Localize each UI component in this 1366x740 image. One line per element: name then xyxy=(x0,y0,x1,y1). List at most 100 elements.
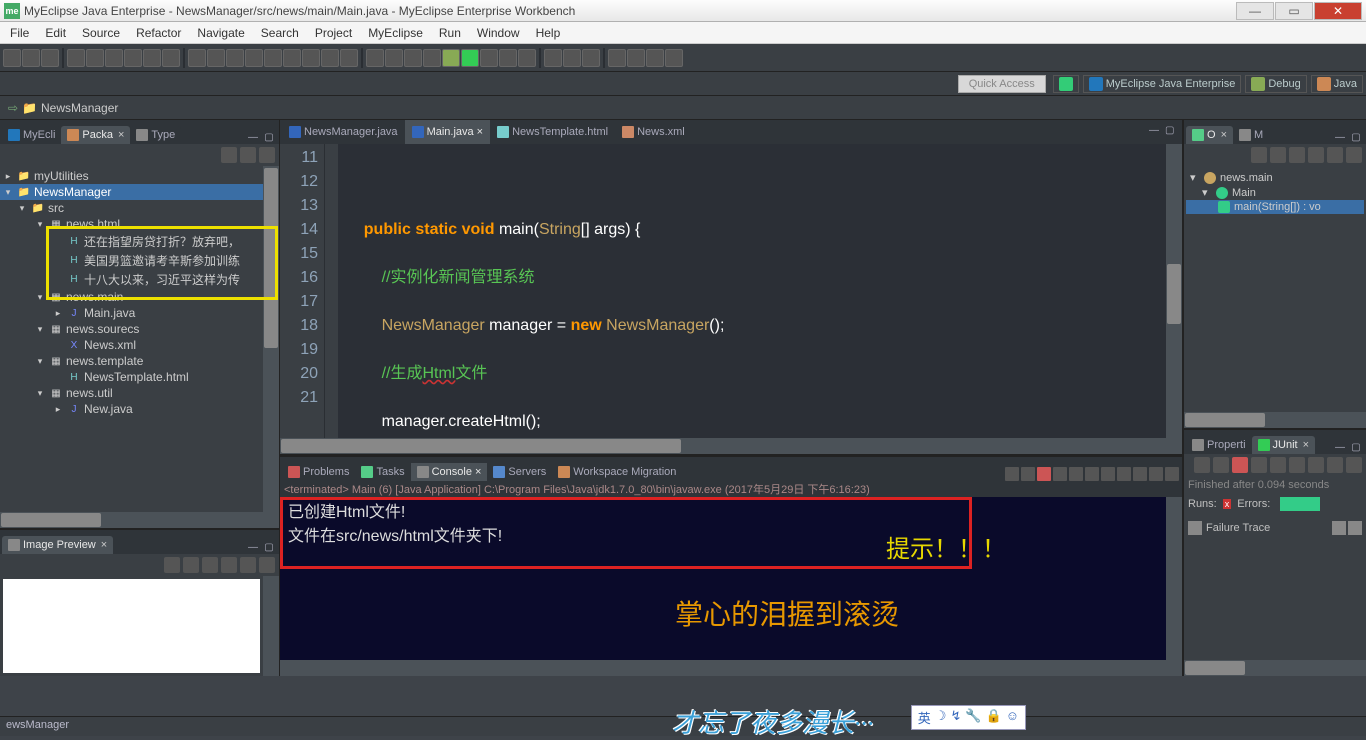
junit-tool-icon[interactable] xyxy=(1251,457,1267,473)
tree-package[interactable]: ▾▦news.html xyxy=(0,216,279,232)
tree-java-file[interactable]: ▸JNew.java xyxy=(0,401,279,417)
close-icon[interactable]: × xyxy=(475,466,481,478)
view-menu-icon[interactable] xyxy=(1346,457,1362,473)
tab-type-hierarchy[interactable]: Type xyxy=(130,126,181,144)
console-tool-icon[interactable] xyxy=(1069,467,1083,481)
filter-icon[interactable] xyxy=(1348,521,1362,535)
menu-project[interactable]: Project xyxy=(307,24,360,42)
menu-help[interactable]: Help xyxy=(528,24,569,42)
junit-tool-icon[interactable] xyxy=(1213,457,1229,473)
console-tool-icon[interactable] xyxy=(1005,467,1019,481)
tool-icon[interactable] xyxy=(582,49,600,67)
tool-icon[interactable] xyxy=(207,49,225,67)
tool-icon[interactable] xyxy=(563,49,581,67)
tab-console[interactable]: Console× xyxy=(411,463,488,481)
minimize-icon[interactable]: — xyxy=(1333,440,1347,454)
minimize-icon[interactable]: — xyxy=(1149,125,1163,139)
tool-icon[interactable] xyxy=(340,49,358,67)
ime-toolbar[interactable]: 英☽↯🔧🔒☺ xyxy=(911,705,1026,730)
console-tool-icon[interactable] xyxy=(1117,467,1131,481)
tab-servers[interactable]: Servers xyxy=(487,463,552,481)
ime-lock-icon[interactable]: 🔒 xyxy=(986,708,1002,727)
junit-tool-icon[interactable] xyxy=(1232,457,1248,473)
tree-src-folder[interactable]: ▾📁src xyxy=(0,200,279,216)
tool-icon[interactable] xyxy=(321,49,339,67)
tool-icon[interactable] xyxy=(162,49,180,67)
tool-icon[interactable] xyxy=(385,49,403,67)
tab-workspace-migration[interactable]: Workspace Migration xyxy=(552,463,682,481)
view-menu-icon[interactable] xyxy=(259,147,275,163)
minimize-icon[interactable]: — xyxy=(246,540,260,554)
outline-package[interactable]: ▾news.main xyxy=(1186,170,1364,185)
tab-properties[interactable]: Properti xyxy=(1186,436,1252,454)
tree-scrollbar[interactable] xyxy=(263,166,279,512)
back-icon[interactable] xyxy=(646,49,664,67)
junit-tool-icon[interactable] xyxy=(1270,457,1286,473)
outline-tree[interactable]: ▾news.main ▾Main main(String[]) : vo xyxy=(1184,166,1366,412)
filter-icon[interactable] xyxy=(1289,147,1305,163)
breadcrumb-item[interactable]: NewsManager xyxy=(41,101,118,115)
scrollbar[interactable] xyxy=(263,576,279,676)
close-icon[interactable]: × xyxy=(101,539,107,551)
code-editor[interactable]: 1112131415161718192021 public static voi… xyxy=(280,144,1182,438)
tree-html-file[interactable]: H还在指望房贷打折？放弃吧， xyxy=(0,232,279,251)
tree-html-file[interactable]: H十八大以来，习近平这样为传 xyxy=(0,270,279,289)
tool-icon[interactable] xyxy=(245,49,263,67)
tool-icon[interactable] xyxy=(499,49,517,67)
junit-tool-icon[interactable] xyxy=(1289,457,1305,473)
menu-window[interactable]: Window xyxy=(469,24,528,42)
folding-gutter[interactable] xyxy=(324,144,338,438)
package-explorer-tree[interactable]: ▸📁myUtilities ▾📁NewsManager ▾📁src ▾▦news… xyxy=(0,166,279,512)
close-icon[interactable]: × xyxy=(1221,129,1227,141)
junit-tool-icon[interactable] xyxy=(1327,457,1343,473)
maximize-icon[interactable] xyxy=(1165,467,1179,481)
tree-package[interactable]: ▾▦news.util xyxy=(0,385,279,401)
bg-icon[interactable] xyxy=(240,557,256,573)
menu-file[interactable]: File xyxy=(2,24,37,42)
minimize-button[interactable]: — xyxy=(1236,2,1274,20)
quick-access-input[interactable]: Quick Access xyxy=(958,75,1046,93)
tab-junit[interactable]: JUnit× xyxy=(1252,436,1316,454)
tool-icon[interactable] xyxy=(86,49,104,67)
ime-moon-icon[interactable]: ☽ xyxy=(935,708,947,727)
outline-method-selected[interactable]: main(String[]) : vo xyxy=(1186,200,1364,214)
tree-project-selected[interactable]: ▾📁NewsManager xyxy=(0,184,279,200)
menu-navigate[interactable]: Navigate xyxy=(189,24,252,42)
terminate-icon[interactable] xyxy=(1037,467,1051,481)
tool-icon[interactable] xyxy=(518,49,536,67)
zoom100-icon[interactable] xyxy=(221,557,237,573)
tool-icon[interactable] xyxy=(264,49,282,67)
junit-failure-trace[interactable]: Failure Trace xyxy=(1188,521,1362,535)
zoomfit-icon[interactable] xyxy=(202,557,218,573)
tree-package[interactable]: ▾▦news.main xyxy=(0,289,279,305)
console-tool-icon[interactable] xyxy=(1021,467,1035,481)
minimize-icon[interactable]: — xyxy=(1333,130,1347,144)
menu-myeclipse[interactable]: MyEclipse xyxy=(360,24,431,42)
tool-icon[interactable] xyxy=(105,49,123,67)
zoomin-icon[interactable] xyxy=(164,557,180,573)
editor-tab-active[interactable]: Main.java× xyxy=(405,120,491,144)
maximize-icon[interactable]: ▢ xyxy=(1165,125,1179,139)
tool-icon[interactable] xyxy=(404,49,422,67)
run-icon[interactable] xyxy=(461,49,479,67)
minimize-icon[interactable]: — xyxy=(246,130,260,144)
ime-tool-icon[interactable]: ↯ xyxy=(950,708,961,727)
tool-icon[interactable] xyxy=(302,49,320,67)
new-icon[interactable] xyxy=(3,49,21,67)
link-editor-icon[interactable] xyxy=(240,147,256,163)
menu-run[interactable]: Run xyxy=(431,24,469,42)
tree-html-file[interactable]: HNewsTemplate.html xyxy=(0,369,279,385)
tool-icon[interactable] xyxy=(423,49,441,67)
tool-icon[interactable] xyxy=(67,49,85,67)
close-icon[interactable]: × xyxy=(477,126,483,138)
tree-package[interactable]: ▾▦news.sourecs xyxy=(0,321,279,337)
filter-icon[interactable] xyxy=(1308,147,1324,163)
collapse-all-icon[interactable] xyxy=(221,147,237,163)
maximize-button[interactable]: ▭ xyxy=(1275,2,1313,20)
close-icon[interactable]: × xyxy=(1303,439,1309,451)
close-button[interactable]: ✕ xyxy=(1314,2,1362,20)
editor-tab[interactable]: NewsManager.java xyxy=(282,120,405,144)
menu-refactor[interactable]: Refactor xyxy=(128,24,189,42)
sort-icon[interactable] xyxy=(1251,147,1267,163)
editor-hscrollbar[interactable] xyxy=(280,438,1182,454)
